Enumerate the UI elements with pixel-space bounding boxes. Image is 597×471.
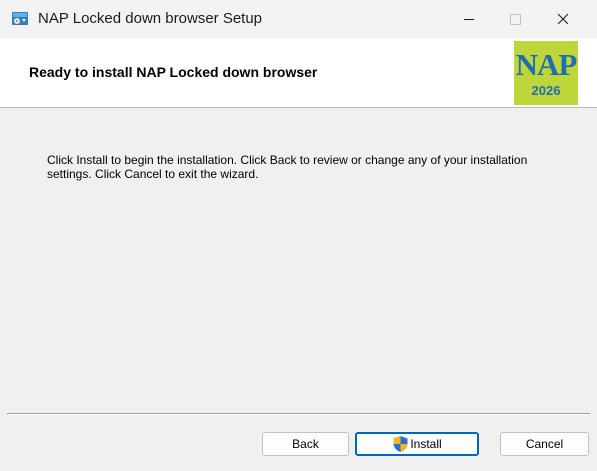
uac-shield-icon [393, 436, 408, 452]
header-banner: Ready to install NAP Locked down browser… [0, 38, 597, 108]
maximize-icon [510, 14, 521, 25]
installer-package-icon [12, 12, 28, 25]
minimize-button[interactable] [446, 0, 492, 38]
footer-divider [7, 413, 590, 415]
installer-window: NAP Locked down browser Setup Ready to i… [0, 0, 597, 471]
cancel-button-label: Cancel [525, 437, 564, 451]
page-title: Ready to install NAP Locked down browser [29, 64, 318, 80]
back-button[interactable]: Back [262, 432, 349, 456]
back-button-label: Back [292, 437, 319, 451]
window-title: NAP Locked down browser Setup [38, 10, 263, 27]
install-button[interactable]: Install [355, 432, 479, 456]
close-icon [557, 13, 569, 25]
cancel-button[interactable]: Cancel [500, 432, 589, 456]
minimize-icon [464, 19, 474, 20]
title-bar[interactable]: NAP Locked down browser Setup [0, 0, 597, 38]
maximize-button [492, 0, 538, 38]
instructions-text: Click Install to begin the installation.… [47, 153, 528, 181]
install-button-label: Install [410, 437, 442, 451]
close-button[interactable] [540, 0, 586, 38]
logo-year: 2026 [531, 83, 561, 98]
logo-text: NAP [515, 47, 578, 82]
nap-logo: NAP 2026 [514, 41, 578, 105]
